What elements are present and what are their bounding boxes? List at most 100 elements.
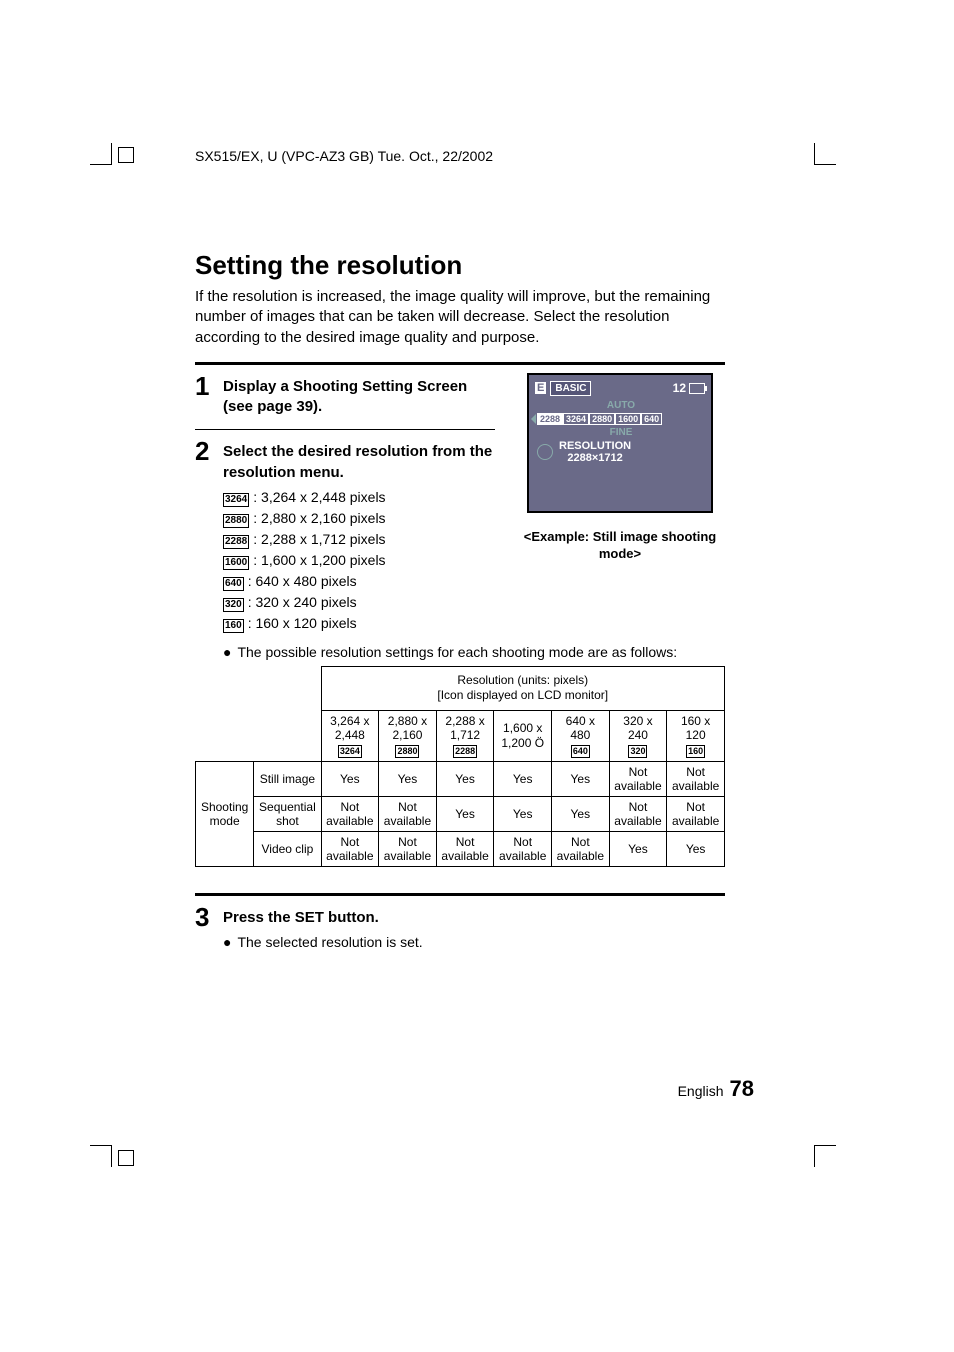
res-icon: 640 <box>223 577 244 591</box>
cell: Yes <box>552 761 610 796</box>
col-head: 640 x480640 <box>552 710 610 761</box>
row-label: Still image <box>254 761 321 796</box>
res-text: : 320 x 240 pixels <box>248 594 357 610</box>
col-head: 3,264 x2,4483264 <box>321 710 379 761</box>
divider <box>195 429 495 430</box>
row-label: Video clip <box>254 831 321 866</box>
cell: Yes <box>494 796 552 831</box>
res-icon: 2288 <box>453 745 477 758</box>
res-item: 1600: 1,600 x 1,200 pixels <box>223 552 495 570</box>
resolution-list: 3264: 3,264 x 2,448 pixels 2880 : 2,880 x… <box>223 489 495 633</box>
row-group: Shooting mode <box>196 761 254 866</box>
cell: Yes <box>379 761 437 796</box>
res-icon: 320 <box>628 745 647 758</box>
res-item: 640 : 640 x 480 pixels <box>223 573 495 591</box>
divider <box>195 362 725 365</box>
timer-icon <box>537 444 553 460</box>
res-icon: 1600 <box>223 556 249 570</box>
cell: Not available <box>379 796 437 831</box>
step-number: 1 <box>195 373 223 399</box>
content-area: Setting the resolution If the resolution… <box>195 250 725 960</box>
step-title: Select the desired resolution from the r… <box>223 442 495 483</box>
col-head: 2,880 x2,1602880 <box>379 710 437 761</box>
cell: Yes <box>552 796 610 831</box>
cell: Yes <box>436 761 494 796</box>
lcd-caption: <Example: Still image shooting mode> <box>515 529 725 563</box>
bullet-icon: ● <box>223 934 231 950</box>
lcd-count: 12 <box>673 381 686 395</box>
header-text: SX515/EX, U (VPC-AZ3 GB) Tue. Oct., 22/2… <box>195 148 493 164</box>
col-head: 320 x240320 <box>609 710 667 761</box>
lcd-auto: AUTO <box>537 400 705 411</box>
footer-lang: English <box>678 1083 724 1099</box>
res-text: : 2,288 x 1,712 pixels <box>253 531 385 547</box>
col-head: 2,288 x1,7122288 <box>436 710 494 761</box>
cell: Yes <box>667 831 725 866</box>
step-1: 1 Display a Shooting Setting Screen (see… <box>195 373 495 424</box>
page-footer: English 78 <box>678 1076 754 1102</box>
footer-page: 78 <box>730 1076 754 1102</box>
res-item: 320 : 320 x 240 pixels <box>223 594 495 612</box>
step2-note: ● The possible resolution settings for e… <box>223 644 725 660</box>
lcd-screen: E BASIC 12 AUTO 2288 3264 2880 <box>527 373 713 513</box>
battery-icon <box>689 383 705 394</box>
page-title: Setting the resolution <box>195 250 725 281</box>
cell: Not available <box>552 831 610 866</box>
table-row: Sequential shot Not available Not availa… <box>196 796 725 831</box>
res-text: : 160 x 120 pixels <box>248 615 357 631</box>
step-2: 2 Select the desired resolution from the… <box>195 438 495 636</box>
lcd-modetag: E <box>535 382 546 394</box>
lcd-res-bar: 2288 3264 2880 1600 640 <box>531 413 705 425</box>
cell: Yes <box>609 831 667 866</box>
step-3: 3 Press the SET button. ● The selected r… <box>195 904 725 956</box>
step-number: 2 <box>195 438 223 464</box>
lcd-battery: 12 <box>673 381 705 395</box>
divider <box>195 893 725 896</box>
res-icon: 640 <box>571 745 590 758</box>
lcd-basic-label: BASIC <box>550 381 591 396</box>
cell: Not available <box>609 796 667 831</box>
res-item: 2880 : 2,880 x 2,160 pixels <box>223 510 495 528</box>
res-icon: 2880 <box>395 745 419 758</box>
res-icon: 3264 <box>223 493 249 507</box>
lcd-res-opt: 1600 <box>615 413 641 425</box>
col-head: 160 x120160 <box>667 710 725 761</box>
cell: Yes <box>436 796 494 831</box>
lcd-line1: RESOLUTION <box>559 440 631 452</box>
bullet-icon: ● <box>223 644 231 660</box>
intro-paragraph: If the resolution is increased, the imag… <box>195 287 725 348</box>
lcd-fine: FINE <box>537 427 705 438</box>
cell: Not available <box>379 831 437 866</box>
resolution-table: Resolution (units: pixels) [Icon display… <box>195 666 725 867</box>
res-icon: 160 <box>223 619 244 633</box>
note-text: The selected resolution is set. <box>237 934 422 950</box>
res-icon: 3264 <box>338 745 362 758</box>
crop-mark-tr <box>814 143 836 165</box>
page: SX515/EX, U (VPC-AZ3 GB) Tue. Oct., 22/2… <box>0 0 954 1352</box>
res-item: 3264: 3,264 x 2,448 pixels <box>223 489 495 507</box>
res-item: 2288: 2,288 x 1,712 pixels <box>223 531 495 549</box>
res-icon: 160 <box>686 745 705 758</box>
cell: Not available <box>436 831 494 866</box>
cell: Not available <box>609 761 667 796</box>
note-text: The possible resolution settings for eac… <box>237 644 677 660</box>
cell: Yes <box>321 761 379 796</box>
cell: Yes <box>494 761 552 796</box>
crop-mark-tl <box>90 143 112 165</box>
res-icon: 2880 <box>223 514 249 528</box>
step3-note: ● The selected resolution is set. <box>223 934 725 950</box>
col-head: 1,600 x1,200 Ö <box>494 710 552 761</box>
table-row: Shooting mode Still image Yes Yes Yes Ye… <box>196 761 725 796</box>
res-icon: 320 <box>223 598 244 612</box>
step-title: Press the SET button. <box>223 908 725 928</box>
cell: Not available <box>321 796 379 831</box>
res-text: : 640 x 480 pixels <box>248 573 357 589</box>
arrow-left-icon <box>531 414 536 424</box>
lcd-res-opt: 3264 <box>563 413 589 425</box>
lcd-res-opt: 640 <box>641 413 662 425</box>
row-label: Sequential shot <box>254 796 321 831</box>
res-item: 160 : 160 x 120 pixels <box>223 615 495 633</box>
cell: Not available <box>667 761 725 796</box>
table-row: Video clip Not available Not available N… <box>196 831 725 866</box>
res-text: : 2,880 x 2,160 pixels <box>253 510 385 526</box>
